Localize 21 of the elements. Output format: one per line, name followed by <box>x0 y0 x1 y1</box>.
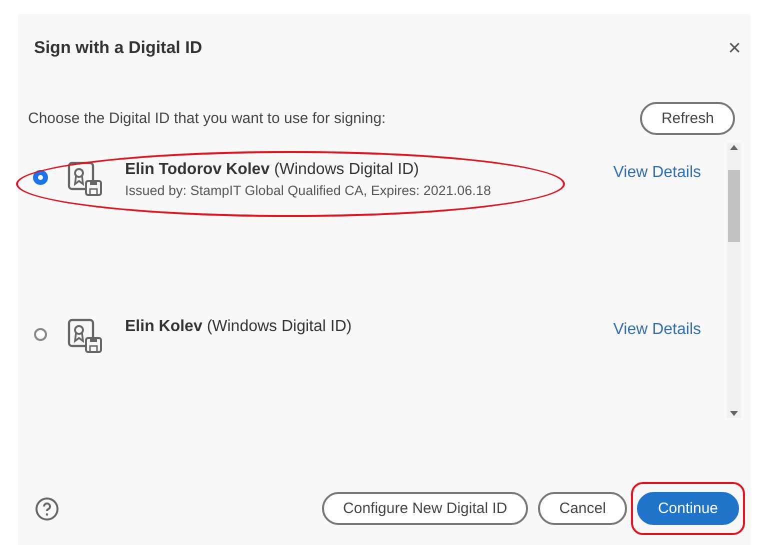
refresh-button[interactable]: Refresh <box>640 102 735 135</box>
dialog-title: Sign with a Digital ID <box>34 38 202 58</box>
view-details-link[interactable]: View Details <box>613 164 701 182</box>
certificate-icon <box>67 318 103 354</box>
close-button[interactable]: × <box>728 37 741 59</box>
radio-button[interactable] <box>34 171 47 184</box>
certificate-icon <box>67 161 103 197</box>
footer-button[interactable]: Cancel <box>538 492 627 525</box>
scroll-down-icon[interactable] <box>730 411 738 416</box>
prompt-text: Choose the Digital ID that you want to use for signing: <box>28 110 386 127</box>
help-icon[interactable] <box>35 496 59 520</box>
view-details-link[interactable]: View Details <box>613 321 701 339</box>
continue-button[interactable]: Continue <box>636 492 739 525</box>
footer-button[interactable]: Configure New Digital ID <box>322 492 528 525</box>
id-name: Elin Todorov Kolev (Windows Digital ID) <box>125 161 420 179</box>
radio-button[interactable] <box>34 328 47 341</box>
scroll-up-icon[interactable] <box>730 145 738 150</box>
id-name: Elin Kolev (Windows Digital ID) <box>125 318 353 336</box>
id-issuer: Issued by: StampIT Global Qualified CA, Expires: 2021.06.18 <box>125 183 492 198</box>
scrollbar[interactable] <box>727 143 741 418</box>
scroll-thumb[interactable] <box>728 170 740 242</box>
